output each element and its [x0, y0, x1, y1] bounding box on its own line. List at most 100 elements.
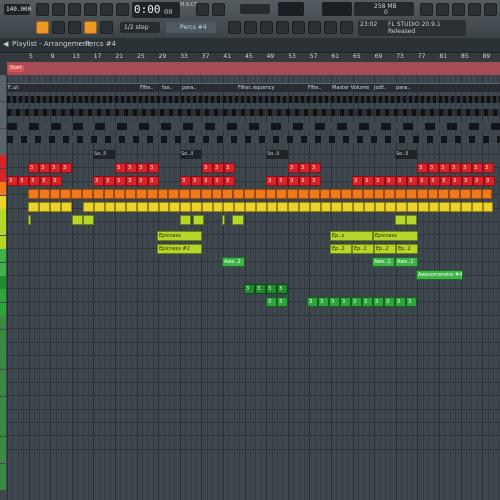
automation-clip[interactable]: Jodf..: [373, 83, 395, 92]
pattern-clip[interactable]: Awe..2: [395, 257, 418, 267]
pattern-clip[interactable]: [395, 189, 406, 199]
pattern-clip[interactable]: [200, 189, 212, 199]
pattern-clip[interactable]: [193, 215, 204, 225]
pattern-clip[interactable]: [114, 189, 126, 199]
pattern-clip[interactable]: [233, 189, 244, 199]
browser-icon[interactable]: [292, 21, 305, 34]
pattern-clip[interactable]: [385, 202, 397, 212]
pattern-clip[interactable]: 3: [137, 163, 148, 173]
automation-clip[interactable]: para..: [395, 83, 421, 92]
pattern-clip[interactable]: [147, 202, 159, 212]
pattern-clip[interactable]: [265, 189, 277, 199]
track-header[interactable]: [0, 343, 6, 356]
pattern-clip[interactable]: 3: [137, 176, 148, 186]
track-header[interactable]: [0, 316, 6, 330]
pattern-clip-epicness[interactable]: Epicness: [373, 231, 418, 241]
automation-clip[interactable]: Filte..: [139, 83, 161, 92]
pattern-clip[interactable]: 3: [7, 176, 18, 186]
pattern-clip[interactable]: [471, 202, 483, 212]
pattern-clip[interactable]: [384, 189, 396, 199]
pattern-clip[interactable]: 3: [115, 176, 126, 186]
pattern-clip[interactable]: [146, 189, 158, 199]
pattern-clip[interactable]: [83, 215, 94, 225]
pattern-clip[interactable]: [450, 202, 461, 212]
pattern-select[interactable]: Percs #4: [166, 22, 216, 33]
pattern-clip[interactable]: 3: [363, 176, 374, 186]
help-icon[interactable]: [436, 3, 449, 16]
track-header[interactable]: [0, 396, 6, 410]
pattern-clip[interactable]: [126, 202, 137, 212]
track-header[interactable]: [0, 168, 6, 182]
start-marker[interactable]: Start: [8, 65, 24, 72]
pattern-clip[interactable]: 3: [288, 176, 299, 186]
track-header[interactable]: [0, 423, 6, 437]
pattern-clip[interactable]: So..ll: [266, 150, 288, 159]
project-info-icon[interactable]: [340, 21, 353, 34]
pattern-clip[interactable]: [320, 202, 332, 212]
pattern-clip[interactable]: Awe..2: [222, 257, 245, 267]
track-header[interactable]: [0, 182, 6, 196]
pattern-clip[interactable]: [180, 202, 191, 212]
pattern-clip[interactable]: [255, 202, 267, 212]
pattern-clip[interactable]: [428, 202, 440, 212]
pattern-clip[interactable]: [288, 202, 299, 212]
pattern-clip[interactable]: 3: [483, 163, 494, 173]
pattern-clip[interactable]: [406, 189, 417, 199]
pattern-clip[interactable]: 3: [440, 176, 451, 186]
track-header[interactable]: [0, 209, 6, 222]
pattern-clip[interactable]: 3: [39, 163, 50, 173]
pattern-clip[interactable]: 3: [351, 297, 362, 307]
automation-clip[interactable]: Filter..equency: [237, 83, 307, 92]
pattern-clip[interactable]: [28, 189, 39, 199]
pattern-clip[interactable]: 3: [18, 176, 29, 186]
pattern-clip[interactable]: [28, 215, 31, 225]
pattern-clip[interactable]: 3: [29, 176, 40, 186]
track-header[interactable]: [0, 450, 6, 464]
track-header[interactable]: [0, 276, 6, 289]
pattern-clip[interactable]: 3: [307, 297, 318, 307]
pattern-clip[interactable]: 3: [180, 176, 191, 186]
pattern-clip[interactable]: 3: [277, 176, 288, 186]
pattern-clip[interactable]: [49, 189, 61, 199]
pattern-clip[interactable]: [395, 215, 406, 225]
pattern-clip[interactable]: 3: [148, 176, 159, 186]
pattern-clip[interactable]: [125, 189, 136, 199]
pattern-clip[interactable]: 3: [224, 176, 235, 186]
pattern-clip[interactable]: 3: [191, 176, 202, 186]
pattern-clip[interactable]: [60, 189, 72, 199]
pattern-clip[interactable]: 3: [352, 176, 363, 186]
pattern-clip-awesomeness-4[interactable]: Awesomeness #4: [416, 270, 463, 280]
track-header[interactable]: [0, 436, 6, 450]
pattern-clip[interactable]: 3: [417, 163, 428, 173]
pattern-clip[interactable]: So..ll: [180, 150, 202, 159]
pattern-clip[interactable]: [396, 202, 407, 212]
pattern-clip-row[interactable]: [7, 136, 500, 143]
loop-icon[interactable]: [116, 3, 129, 16]
cpu-icon[interactable]: [420, 3, 433, 16]
pattern-clip[interactable]: 3: [104, 176, 115, 186]
pattern-clip[interactable]: 3: [310, 176, 321, 186]
pattern-clip-epicness-2[interactable]: Epicness #2: [157, 244, 202, 254]
pattern-clip[interactable]: [180, 215, 191, 225]
step-edit-icon[interactable]: [196, 3, 209, 16]
track-header[interactable]: [0, 383, 6, 397]
playlist-icon[interactable]: [228, 21, 241, 34]
pattern-clip[interactable]: [232, 215, 244, 225]
pattern-clip[interactable]: Awe..2: [372, 257, 395, 267]
time-marker-strip[interactable]: [7, 62, 500, 75]
pattern-clip[interactable]: [72, 215, 83, 225]
automation-clip[interactable]: [37, 83, 67, 92]
pattern-clip[interactable]: [223, 202, 235, 212]
pattern-clip[interactable]: [190, 189, 201, 199]
pattern-clip[interactable]: 3: [255, 284, 266, 294]
pattern-clip[interactable]: [427, 189, 439, 199]
pattern-clip[interactable]: [481, 189, 493, 199]
pattern-clip[interactable]: Ep..2: [352, 244, 374, 254]
pattern-clip[interactable]: [179, 189, 190, 199]
channel-rack-icon[interactable]: [260, 21, 273, 34]
pattern-clip[interactable]: 3: [126, 176, 137, 186]
pattern-clip[interactable]: 3: [385, 176, 396, 186]
pattern-clip[interactable]: [39, 202, 50, 212]
pattern-clip[interactable]: [276, 189, 288, 199]
pattern-clip[interactable]: 3: [484, 176, 495, 186]
